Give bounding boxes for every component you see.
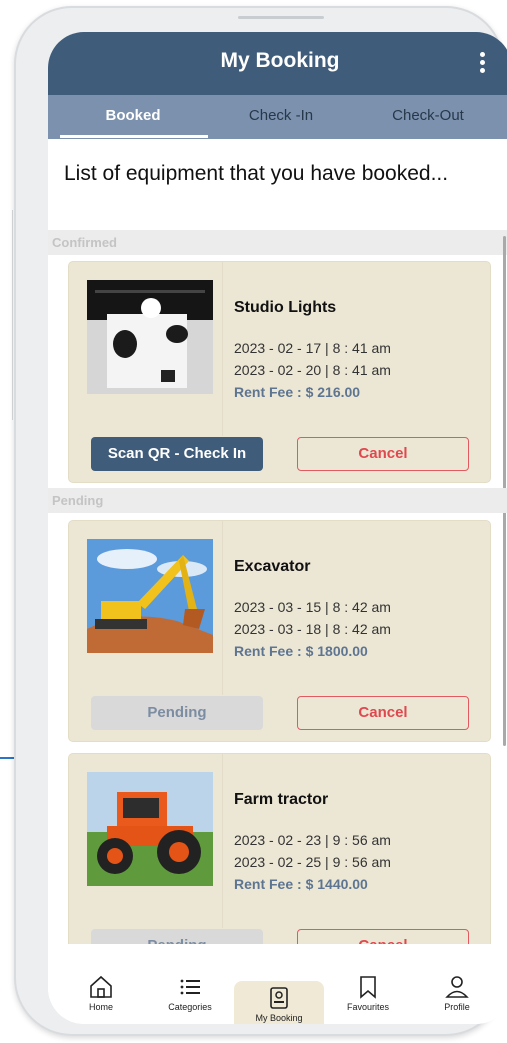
nav-profile[interactable]: Profile <box>412 974 502 1012</box>
page-title: My Booking <box>220 49 340 72</box>
end-date: 2023 - 02 - 25 | 9 : 56 am <box>234 854 391 870</box>
farm-tractor-image <box>87 772 213 886</box>
rent-fee: Rent Fee : $ 216.00 <box>234 384 361 400</box>
equipment-name: Studio Lights <box>234 299 337 316</box>
nav-favourites[interactable]: Favourites <box>323 974 413 1012</box>
home-icon <box>90 975 112 998</box>
booking-icon <box>270 987 288 1009</box>
intro-text: List of equipment that you have booked..… <box>64 162 449 185</box>
app-header: My Booking <box>48 32 507 95</box>
excavator-image <box>87 539 213 653</box>
phone-notch <box>238 16 324 19</box>
start-date: 2023 - 03 - 15 | 8 : 42 am <box>234 599 391 615</box>
bookmark-icon <box>360 976 376 999</box>
start-date: 2023 - 02 - 17 | 8 : 41 am <box>234 340 391 356</box>
section-pending: Pending <box>48 488 507 513</box>
pending-button: Pending <box>91 696 263 730</box>
nav-label: Home <box>88 1002 113 1012</box>
booking-card: Studio Lights 2023 - 02 - 17 | 8 : 41 am… <box>69 262 490 482</box>
kebab-menu-icon[interactable] <box>480 52 486 74</box>
tab-check-in[interactable]: Check -In <box>206 107 356 124</box>
nav-categories[interactable]: Categories <box>145 974 235 1012</box>
bottom-navigation: Home Categories My Booking Favourites Pr… <box>48 944 507 1024</box>
rent-fee: Rent Fee : $ 1800.00 <box>234 643 368 659</box>
studio-lights-image <box>87 280 213 394</box>
end-date: 2023 - 03 - 18 | 8 : 42 am <box>234 621 391 637</box>
section-label: Confirmed <box>52 235 117 250</box>
card-divider <box>222 754 223 928</box>
list-icon <box>180 979 200 995</box>
nav-home[interactable]: Home <box>56 974 146 1012</box>
phone-frame: My Booking Booked Check -In Check-Out Li… <box>14 6 507 1036</box>
cancel-button[interactable]: Cancel <box>297 437 469 471</box>
card-divider <box>222 262 223 436</box>
equipment-name: Excavator <box>234 558 311 575</box>
scan-qr-check-in-button[interactable]: Scan QR - Check In <box>91 437 263 471</box>
booking-list[interactable]: Confirmed Studio Lights 2023 - 02 - 17 |… <box>48 230 507 944</box>
card-divider <box>222 521 223 695</box>
side-line <box>12 210 13 420</box>
nav-label: Favourites <box>346 1002 390 1012</box>
booking-card: Excavator 2023 - 03 - 15 | 8 : 42 am 202… <box>69 521 490 741</box>
section-label: Pending <box>52 493 104 508</box>
rent-fee: Rent Fee : $ 1440.00 <box>234 876 368 892</box>
tab-bar: Booked Check -In Check-Out <box>48 95 507 139</box>
tab-check-out[interactable]: Check-Out <box>353 107 503 124</box>
app-screen: My Booking Booked Check -In Check-Out Li… <box>48 32 507 1024</box>
pending-button: Pending <box>91 929 263 944</box>
active-tab-indicator <box>60 135 208 138</box>
edge-accent-line <box>0 757 14 759</box>
nav-label: My Booking <box>255 1013 303 1023</box>
end-date: 2023 - 02 - 20 | 8 : 41 am <box>234 362 391 378</box>
profile-icon <box>445 976 469 998</box>
nav-label: Profile <box>444 1002 470 1012</box>
section-confirmed: Confirmed <box>48 230 507 255</box>
start-date: 2023 - 02 - 23 | 9 : 56 am <box>234 832 391 848</box>
booking-card: Farm tractor 2023 - 02 - 23 | 9 : 56 am … <box>69 754 490 944</box>
cancel-button[interactable]: Cancel <box>297 696 469 730</box>
equipment-name: Farm tractor <box>234 791 329 808</box>
tab-booked[interactable]: Booked <box>58 107 208 124</box>
nav-my-booking[interactable]: My Booking <box>234 981 324 1024</box>
cancel-button[interactable]: Cancel <box>297 929 469 944</box>
nav-label: Categories <box>168 1002 212 1012</box>
